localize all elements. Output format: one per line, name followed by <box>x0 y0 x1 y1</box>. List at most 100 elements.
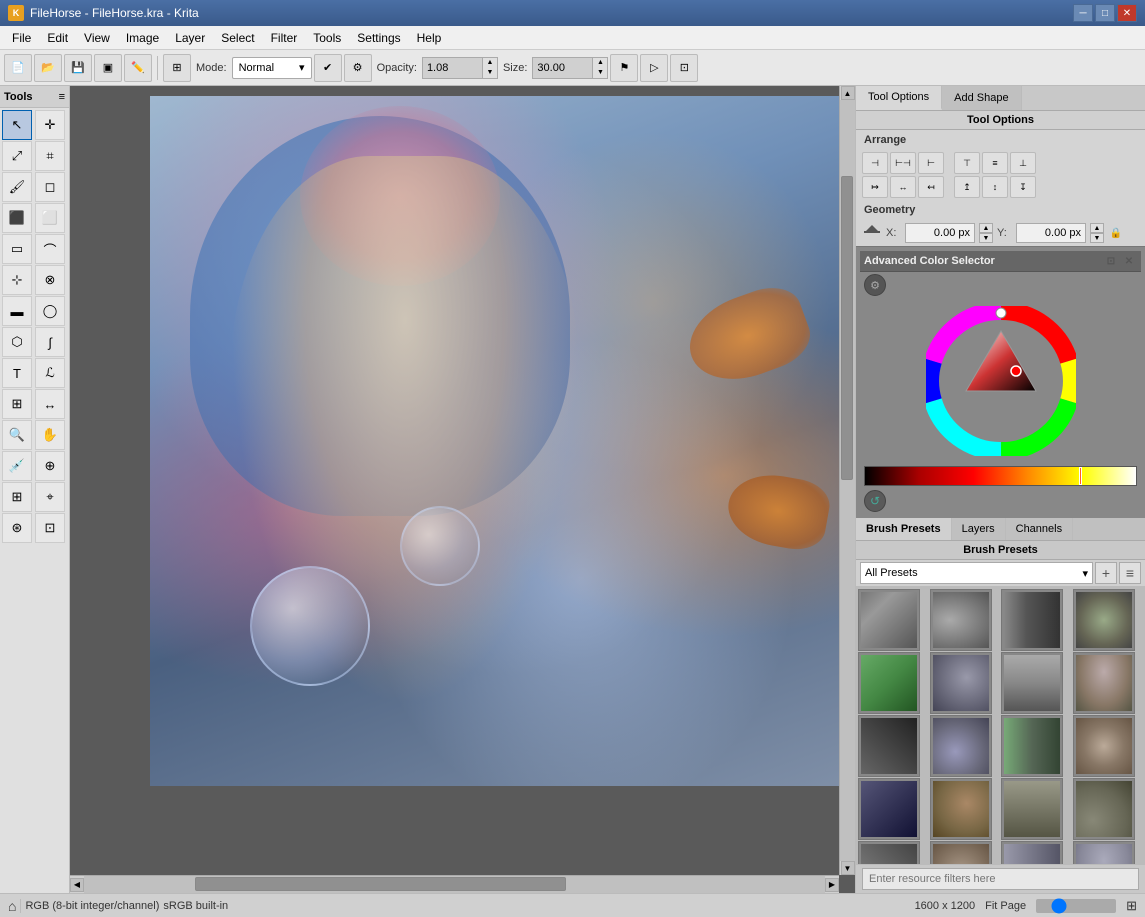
scroll-left-arrow[interactable]: ◀ <box>70 878 84 892</box>
tab-layers[interactable]: Layers <box>952 518 1006 540</box>
tool-smart-patch[interactable]: ⊕ <box>35 451 65 481</box>
tool-zoom[interactable]: 🔍 <box>2 420 32 450</box>
brush-item-4[interactable] <box>1073 589 1135 651</box>
brush-item-20[interactable] <box>1073 841 1135 864</box>
record-button[interactable]: ⊡ <box>670 54 698 82</box>
canvas-scroll-vertical[interactable]: ▲ ▼ <box>839 86 855 875</box>
menu-layer[interactable]: Layer <box>167 28 213 48</box>
brush-item-17[interactable] <box>858 841 920 864</box>
mode-dropdown[interactable]: Normal ▾ <box>232 57 312 79</box>
tool-crop[interactable]: ⌗ <box>35 141 65 171</box>
tool-shape-rect[interactable]: ▬ <box>2 296 32 326</box>
tool-fill[interactable]: ⬛ <box>2 203 32 233</box>
menu-select[interactable]: Select <box>213 28 262 48</box>
x-up-arrow[interactable]: ▲ <box>979 223 993 233</box>
menu-filter[interactable]: Filter <box>263 28 306 48</box>
distribute-right-button[interactable]: ↤ <box>918 176 944 198</box>
tool-grid[interactable]: ⊞ <box>2 482 32 512</box>
align-left-button[interactable]: ⊣ <box>862 152 888 174</box>
color-grid-button[interactable]: ⊞ <box>163 54 191 82</box>
close-button[interactable]: ✕ <box>1117 4 1137 22</box>
x-value[interactable]: 0.00 px <box>905 223 975 243</box>
y-down-arrow[interactable]: ▼ <box>1090 233 1104 243</box>
tool-select-lasso[interactable]: ⌒ <box>35 234 65 264</box>
color-settings-button[interactable]: ⚙ <box>864 274 886 296</box>
tool-select-rect[interactable]: ▭ <box>2 234 32 264</box>
x-down-arrow[interactable]: ▼ <box>979 233 993 243</box>
tool-select-contiguous[interactable]: ⊹ <box>2 265 32 295</box>
menu-settings[interactable]: Settings <box>349 28 408 48</box>
y-up-arrow[interactable]: ▲ <box>1090 223 1104 233</box>
opacity-input[interactable]: 1.08 <box>422 57 482 79</box>
tool-transform[interactable]: ⤢ <box>2 141 32 171</box>
scroll-right-arrow[interactable]: ▶ <box>825 878 839 892</box>
brush-item-13[interactable] <box>858 778 920 840</box>
menu-edit[interactable]: Edit <box>39 28 76 48</box>
brush-item-8[interactable] <box>1073 652 1135 714</box>
tools-menu-icon[interactable]: ≡ <box>59 91 65 103</box>
brush-item-12[interactable] <box>1073 715 1135 777</box>
distribute-left-button[interactable]: ↦ <box>862 176 888 198</box>
scroll-track-vertical[interactable] <box>840 100 856 861</box>
align-bottom-button[interactable]: ⊥ <box>1010 152 1036 174</box>
menu-image[interactable]: Image <box>118 28 167 48</box>
geometry-lock-button[interactable]: 🔒 <box>1108 225 1124 241</box>
y-value[interactable]: 0.00 px <box>1016 223 1086 243</box>
brush-item-7[interactable] <box>1001 652 1063 714</box>
distribute-top-button[interactable]: ↥ <box>954 176 980 198</box>
size-input[interactable]: 30.00 <box>532 57 592 79</box>
tool-text[interactable]: T <box>2 358 32 388</box>
mirror-v-button[interactable]: ▷ <box>640 54 668 82</box>
tool-gradient[interactable]: ⬜ <box>35 203 65 233</box>
opacity-up-arrow[interactable]: ▲ <box>483 58 497 68</box>
brush-item-9[interactable] <box>858 715 920 777</box>
brush-item-1[interactable] <box>858 589 920 651</box>
save-button[interactable]: 💾 <box>64 54 92 82</box>
align-top-button[interactable]: ⊤ <box>954 152 980 174</box>
brush-item-5[interactable] <box>858 652 920 714</box>
brush-item-6[interactable] <box>930 652 992 714</box>
tool-guides[interactable]: ⌖ <box>35 482 65 512</box>
settings-button[interactable]: ⚙ <box>344 54 372 82</box>
menu-view[interactable]: View <box>76 28 118 48</box>
brush-item-16[interactable] <box>1073 778 1135 840</box>
menu-tools[interactable]: Tools <box>305 28 349 48</box>
tool-select-similar[interactable]: ⊗ <box>35 265 65 295</box>
scroll-down-arrow[interactable]: ▼ <box>841 861 855 875</box>
canvas-area[interactable]: ▲ ▼ ◀ ▶ <box>70 86 855 893</box>
menu-file[interactable]: File <box>4 28 39 48</box>
distribute-v-center-button[interactable]: ↕ <box>982 176 1008 198</box>
scroll-up-arrow[interactable]: ▲ <box>841 86 855 100</box>
brush-item-2[interactable] <box>930 589 992 651</box>
brush-item-19[interactable] <box>1001 841 1063 864</box>
align-middle-button[interactable]: ≡ <box>982 152 1008 174</box>
tool-pan[interactable]: ✋ <box>35 420 65 450</box>
brush-item-3[interactable] <box>1001 589 1063 651</box>
scroll-thumb-horizontal[interactable] <box>195 877 566 891</box>
color-selector-close-button[interactable]: ✕ <box>1121 253 1137 269</box>
size-up-arrow[interactable]: ▲ <box>593 58 607 68</box>
tool-paint[interactable]: 🖌 <box>2 172 32 202</box>
brush-filter-input[interactable] <box>862 868 1139 890</box>
zoom-button[interactable]: ⊞ <box>1126 898 1137 914</box>
align-center-h-button[interactable]: ⊢⊣ <box>890 152 916 174</box>
new-document-button[interactable]: 📄 <box>4 54 32 82</box>
color-refresh-button[interactable]: ↺ <box>864 490 886 512</box>
brush-menu-button[interactable]: ≡ <box>1119 562 1141 584</box>
color-wheel-container[interactable] <box>926 306 1076 456</box>
apply-button[interactable]: ✔ <box>314 54 342 82</box>
all-presets-dropdown[interactable]: All Presets ▾ <box>860 562 1093 584</box>
menu-help[interactable]: Help <box>409 28 450 48</box>
tool-bezier[interactable]: ∫ <box>35 327 65 357</box>
brush-item-11[interactable] <box>1001 715 1063 777</box>
opacity-down-arrow[interactable]: ▼ <box>483 68 497 78</box>
mirror-h-button[interactable]: ⚑ <box>610 54 638 82</box>
canvas-scroll-horizontal[interactable]: ◀ ▶ <box>70 875 839 893</box>
thumbnail-button[interactable]: ▣ <box>94 54 122 82</box>
tab-brush-presets[interactable]: Brush Presets <box>856 518 952 540</box>
tool-eraser[interactable]: ◻ <box>35 172 65 202</box>
tool-cursor[interactable]: ↖ <box>2 110 32 140</box>
tool-calligraphy[interactable]: ℒ <box>35 358 65 388</box>
brush-item-18[interactable] <box>930 841 992 864</box>
size-down-arrow[interactable]: ▼ <box>593 68 607 78</box>
